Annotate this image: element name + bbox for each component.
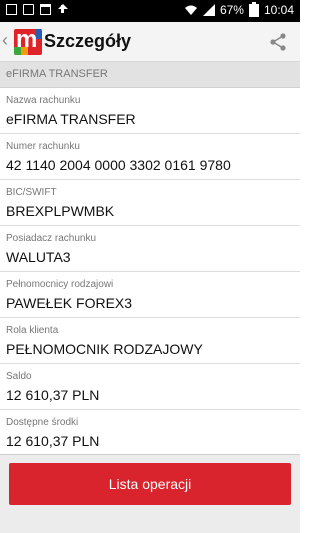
image-notification-icon [23, 4, 34, 15]
field-label: Saldo [6, 371, 32, 382]
field-account-name: Nazwa rachunku eFIRMA TRANSFER [0, 88, 300, 134]
checkbox-notification-icon [6, 4, 17, 15]
upload-notification-icon [57, 4, 68, 15]
battery-icon [248, 1, 259, 17]
field-label: Numer rachunku [6, 141, 80, 152]
section-title: eFIRMA TRANSFER [6, 68, 108, 80]
field-value: 12 610,37 PLN [6, 387, 100, 403]
section-header: eFIRMA TRANSFER [0, 62, 300, 88]
field-client-role: Rola klienta PEŁNOMOCNIK RODZAJOWY [0, 318, 300, 364]
field-value: WALUTA3 [6, 249, 71, 265]
field-account-holder: Posiadacz rachunku WALUTA3 [0, 226, 300, 272]
field-label: Nazwa rachunku [6, 95, 81, 106]
field-label: Dostępne środki [6, 417, 79, 428]
field-value: eFIRMA TRANSFER [6, 111, 136, 127]
wifi-icon [184, 5, 197, 15]
field-value: PAWEŁEK FOREX3 [6, 295, 133, 311]
notification-icons [6, 4, 68, 15]
field-bic-swift: BIC/SWIFT BREXPLPWMBK [0, 180, 300, 226]
battery-percent: 67% [219, 3, 244, 17]
signal-icon [202, 4, 215, 16]
field-label: Posiadacz rachunku [6, 233, 97, 244]
field-value: 12 610,37 PLN [6, 433, 100, 449]
field-label: Pełnomocnicy rodzajowi [6, 279, 114, 290]
back-chevron-icon[interactable]: ‹ [2, 30, 8, 51]
field-account-number: Numer rachunku 42 1140 2004 0000 3302 01… [0, 134, 300, 180]
system-icons: 67% 10:04 [184, 1, 294, 17]
field-label: Rola klienta [6, 325, 59, 336]
field-value: BREXPLPWMBK [6, 203, 115, 219]
field-balance: Saldo 12 610,37 PLN [0, 364, 300, 410]
calendar-notification-icon [40, 4, 51, 15]
app-logo: m [14, 29, 42, 55]
share-icon[interactable] [268, 32, 288, 52]
footer: Lista operacji [0, 454, 300, 533]
status-bar: 67% 10:04 [0, 0, 300, 22]
field-label: BIC/SWIFT [6, 187, 57, 198]
operations-list-button[interactable]: Lista operacji [9, 463, 291, 505]
page-title: Szczegóły [44, 31, 132, 51]
field-value: PEŁNOMOCNIK RODZAJOWY [6, 341, 203, 357]
clock: 10:04 [263, 3, 294, 17]
field-available-funds: Dostępne środki 12 610,37 PLN [0, 410, 300, 456]
field-proxies: Pełnomocnicy rodzajowi PAWEŁEK FOREX3 [0, 272, 300, 318]
field-value: 42 1140 2004 0000 3302 0161 9780 [6, 157, 231, 173]
